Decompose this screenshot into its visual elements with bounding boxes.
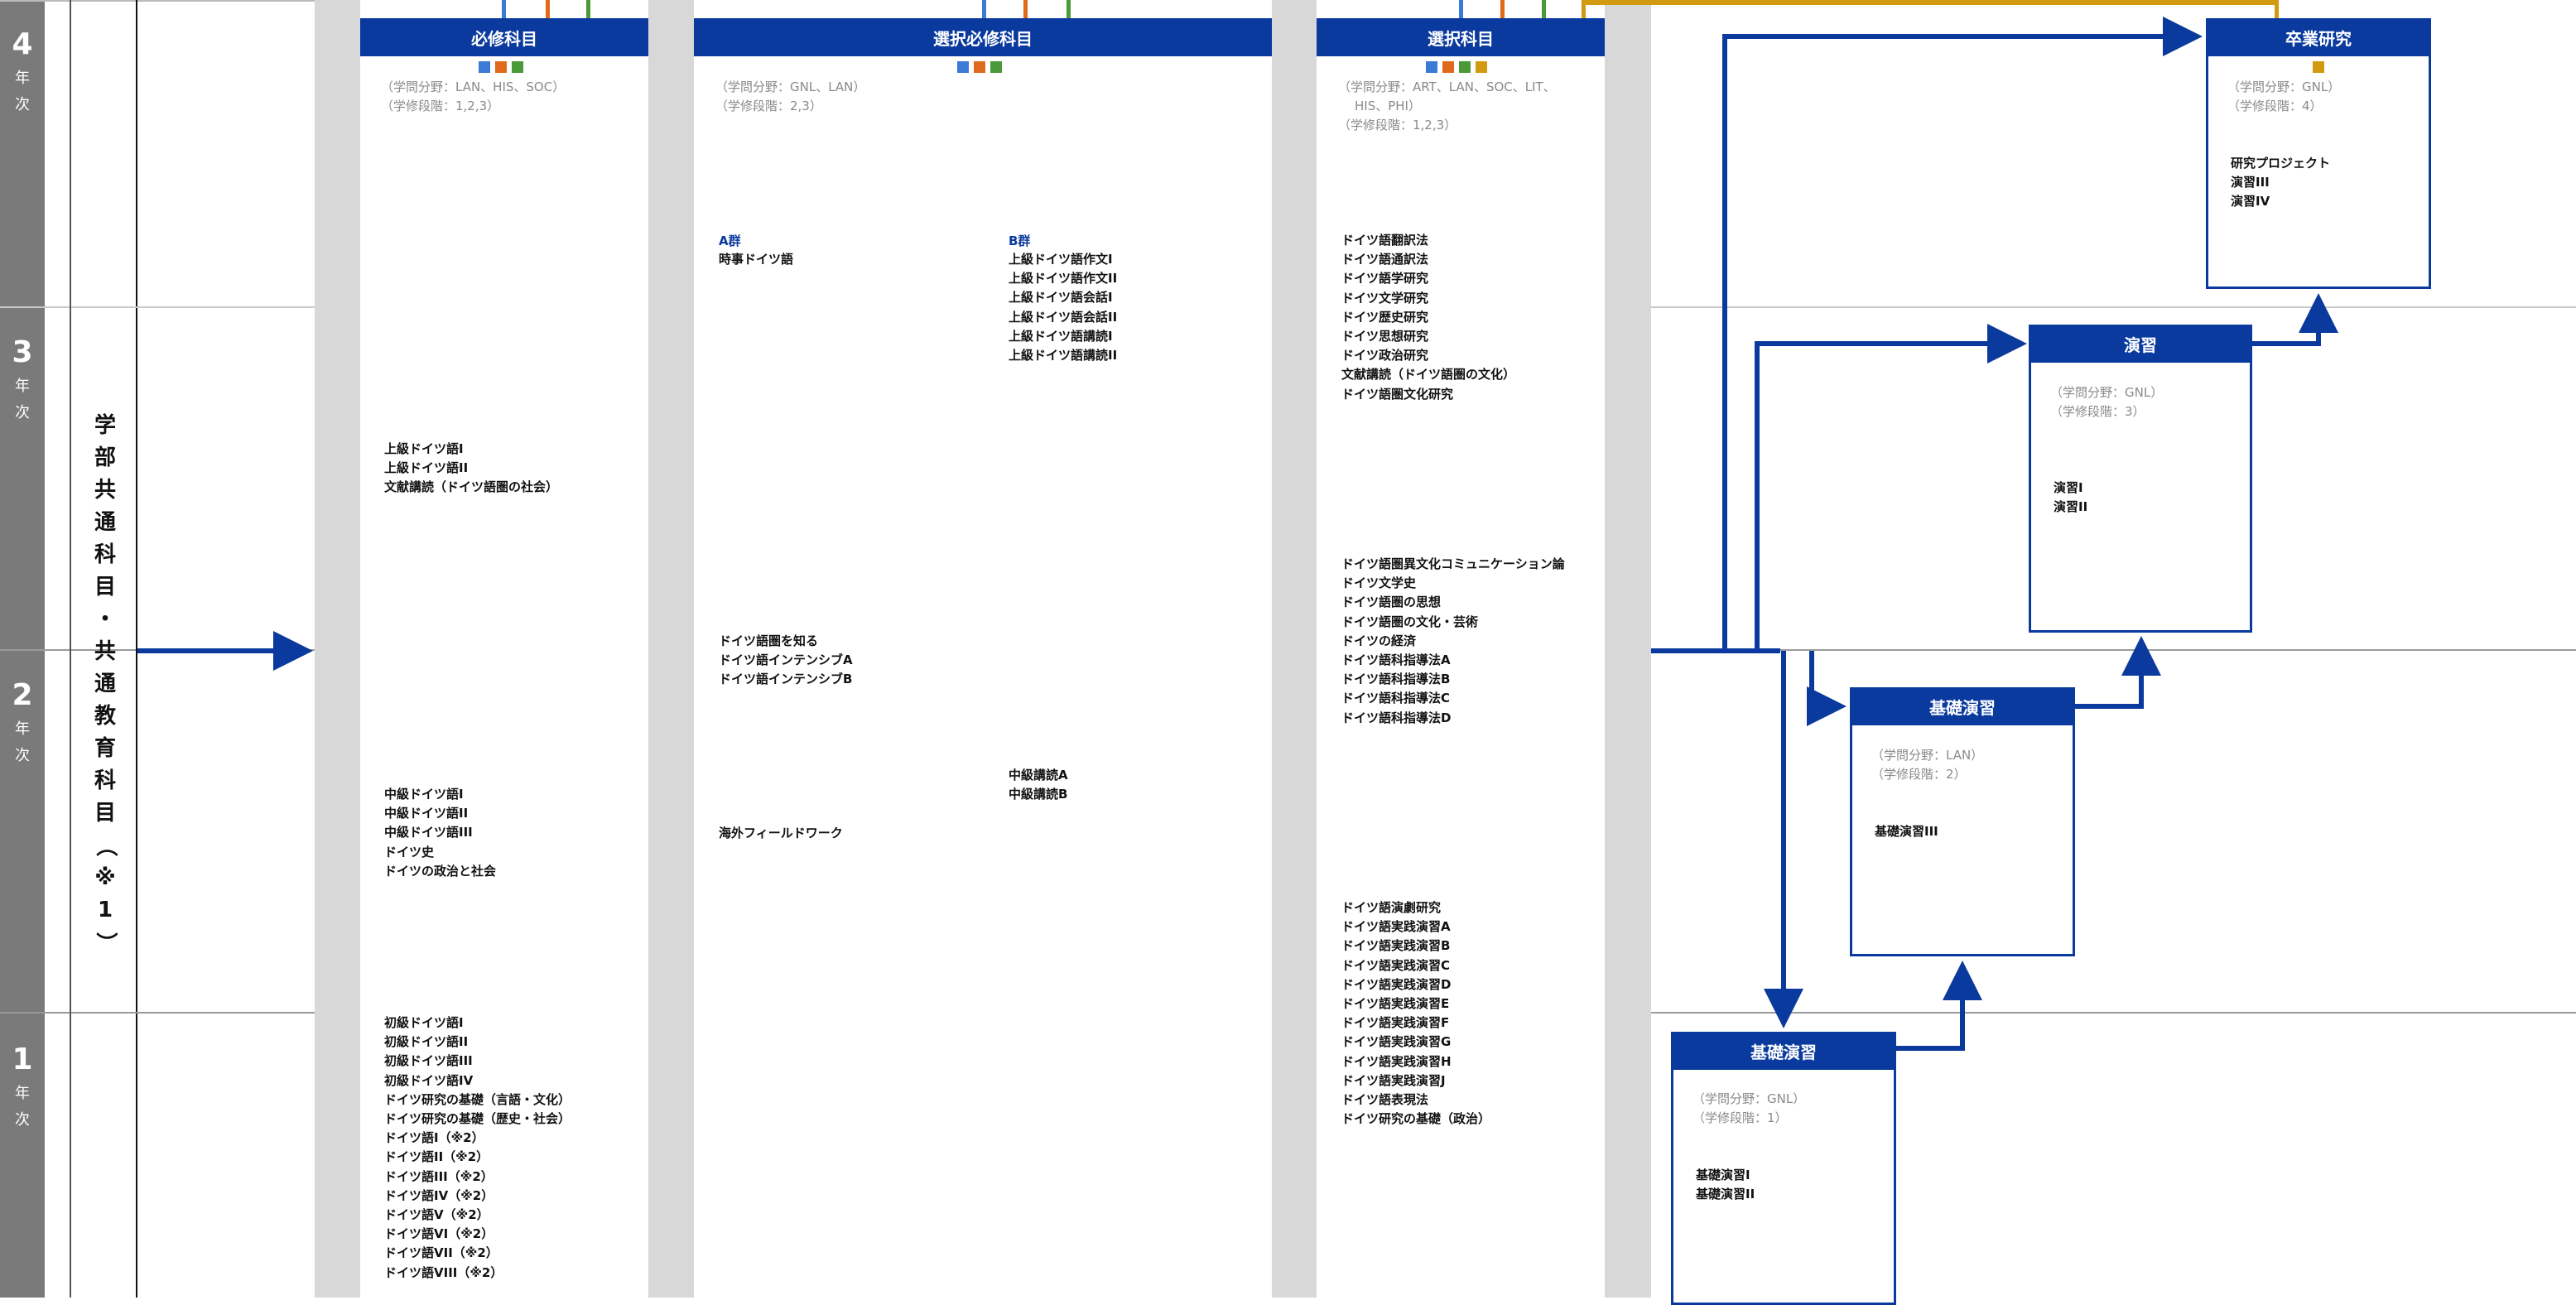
arrow-bs2-to-seminar xyxy=(2075,636,2161,709)
flow-arrows xyxy=(137,17,2338,1051)
arrow-seminar-to-thesis xyxy=(2252,293,2338,346)
arrow-bs1-to-bs2 xyxy=(1896,961,1982,1051)
arrow-to-seminar xyxy=(1755,324,2027,651)
arrow-to-basic-seminar-2 xyxy=(1807,651,1847,726)
